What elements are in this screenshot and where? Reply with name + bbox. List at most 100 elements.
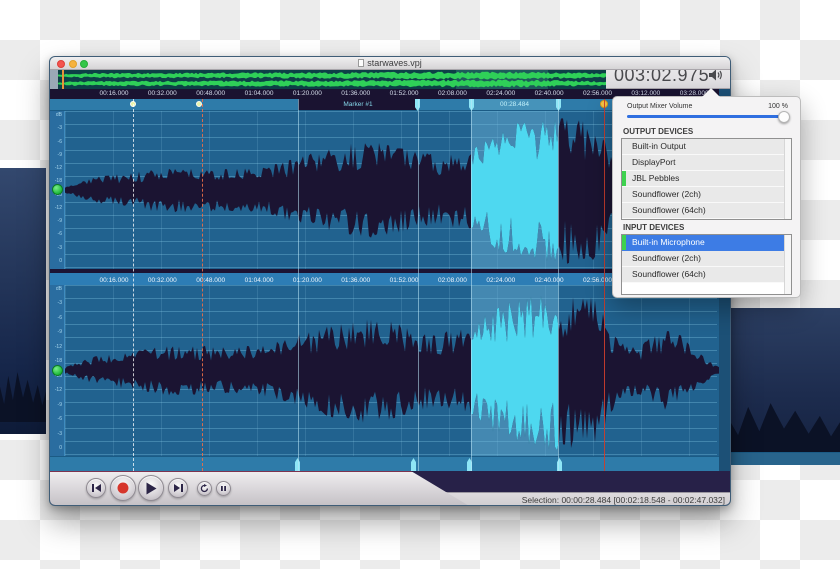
ruler-tick: 00:16.000 [99, 277, 129, 284]
ruler-tick: 02:08.000 [437, 277, 467, 284]
ruler-tick: 00:32.000 [147, 90, 177, 97]
volume-label: Output Mixer Volume [627, 103, 693, 110]
ruler-tick: 01:36.000 [341, 90, 371, 97]
overview-waveform[interactable] [58, 70, 606, 89]
db-label: -12 [54, 343, 62, 350]
volume-slider[interactable] [627, 110, 790, 123]
ruler-tick: 01:04.000 [244, 277, 274, 284]
device-name: Soundflower (64ch) [632, 205, 706, 215]
record-button[interactable] [110, 475, 136, 501]
selection-duration-label: 00:28.484 [471, 99, 558, 110]
ruler-tick: 01:52.000 [389, 277, 419, 284]
skip-to-end-icon [173, 484, 183, 492]
skip-to-end-button[interactable] [168, 478, 188, 498]
device-row[interactable]: Soundflower (2ch) [622, 187, 791, 203]
db-label: 0 [59, 258, 62, 264]
db-label: -9 [57, 151, 62, 158]
ruler-tick: 01:52.000 [389, 90, 419, 97]
db-label: -9 [57, 218, 62, 225]
list-scrollbar-track[interactable] [784, 235, 791, 294]
ruler-tick: 02:08.000 [437, 90, 467, 97]
ruler-tick: 00:48.000 [196, 90, 226, 97]
device-name: JBL Pebbles [632, 173, 680, 183]
ruler-tick: 00:16.000 [99, 90, 129, 97]
input-devices-header: INPUT DEVICES [623, 223, 685, 232]
overview-waveform-graphic [58, 71, 606, 88]
toolbar: 003:02.975 [50, 57, 730, 89]
active-device-indicator [622, 171, 626, 186]
track-gain-knob[interactable] [52, 365, 63, 376]
device-row[interactable]: Soundflower (2ch) [622, 251, 791, 267]
speaker-icon[interactable] [708, 68, 724, 82]
background-remnant-right [728, 308, 840, 465]
ruler-tick: 00:32.000 [147, 277, 177, 284]
region-boundary-line [298, 99, 299, 471]
region-boundary-line [558, 99, 559, 471]
waveform-display[interactable] [65, 285, 719, 456]
document-icon [358, 59, 365, 67]
device-name: Soundflower (2ch) [632, 253, 701, 263]
db-label: -6 [57, 231, 62, 238]
window-title: starwaves.vpj [50, 57, 730, 70]
marker-strip-bottom[interactable] [50, 456, 730, 471]
db-label: -18 [54, 358, 62, 365]
output-devices-header: OUTPUT DEVICES [623, 127, 694, 136]
device-row[interactable]: Built-in Output [622, 139, 791, 155]
device-row[interactable]: JBL Pebbles [622, 171, 791, 187]
pause-button[interactable] [216, 481, 231, 496]
db-label: -6 [57, 416, 62, 423]
active-device-indicator [622, 235, 626, 250]
db-label: -3 [57, 430, 62, 437]
audio-devices-popover: Output Mixer Volume 100 % OUTPUT DEVICES… [612, 88, 801, 298]
ruler-tick: 02:40.000 [534, 277, 564, 284]
ruler-tick: 01:20.000 [292, 90, 322, 97]
db-label: -9 [57, 401, 62, 408]
play-icon [146, 482, 157, 494]
selection-flag[interactable] [411, 458, 416, 471]
overview-playhead[interactable] [62, 70, 64, 89]
region-boundary-line [471, 99, 472, 471]
device-name: Soundflower (2ch) [632, 189, 701, 199]
background-strip [728, 452, 840, 465]
db-label: -3 [57, 244, 62, 251]
ruler-tick: 02:40.000 [534, 90, 564, 97]
device-row[interactable]: Soundflower (64ch) [622, 267, 791, 283]
play-button[interactable] [138, 475, 164, 501]
volume-value: 100 % [768, 103, 788, 110]
db-label: -3 [57, 300, 62, 307]
loop-button[interactable] [197, 481, 212, 496]
device-name: DisplayPort [632, 157, 676, 167]
skip-to-start-button[interactable] [86, 478, 106, 498]
pause-icon [221, 486, 226, 491]
track-gain-knob[interactable] [52, 184, 63, 195]
waveform-track-2[interactable]: dB-3-6-9-12-18-18-12-9-6-30 [50, 285, 730, 456]
ruler-tick: 01:20.000 [292, 277, 322, 284]
device-row[interactable]: Built-in Microphone [622, 235, 791, 251]
selection-status: Selection: 00:00:28.484 [00:02:18.548 - … [521, 495, 725, 505]
db-label: -12 [54, 204, 62, 211]
playhead-line [604, 99, 605, 471]
waveform-graphic [65, 295, 719, 451]
record-icon [117, 482, 129, 494]
ruler-tick: 02:56.000 [583, 90, 612, 97]
device-name: Soundflower (64ch) [632, 269, 706, 279]
ruler-tick: 00:48.000 [196, 277, 226, 284]
loop-icon [200, 484, 209, 493]
volume-slider-knob[interactable] [778, 110, 790, 123]
device-row[interactable]: DisplayPort [622, 155, 791, 171]
status-bar: Selection: 00:00:28.484 [00:02:18.548 - … [420, 492, 730, 505]
db-label: -6 [57, 138, 62, 145]
popover-arrow [702, 88, 720, 97]
region-boundary-line [418, 99, 419, 471]
title-bar[interactable]: starwaves.vpj [50, 57, 730, 70]
output-devices-list: Built-in Output DisplayPort JBL Pebbles Sou… [621, 138, 792, 220]
ruler-tick: 02:24.000 [486, 90, 516, 97]
device-name: Built-in Output [632, 141, 686, 151]
list-scrollbar-track[interactable] [784, 139, 791, 219]
input-devices-list: Built-in Microphone Soundflower (2ch) Soun… [621, 234, 792, 295]
db-label: -9 [57, 329, 62, 336]
device-row[interactable]: Soundflower (64ch) [622, 203, 791, 219]
background-remnant-left [0, 168, 46, 434]
background-waveform-silhouette [0, 372, 46, 422]
ruler-tick: 02:24.000 [486, 277, 516, 284]
